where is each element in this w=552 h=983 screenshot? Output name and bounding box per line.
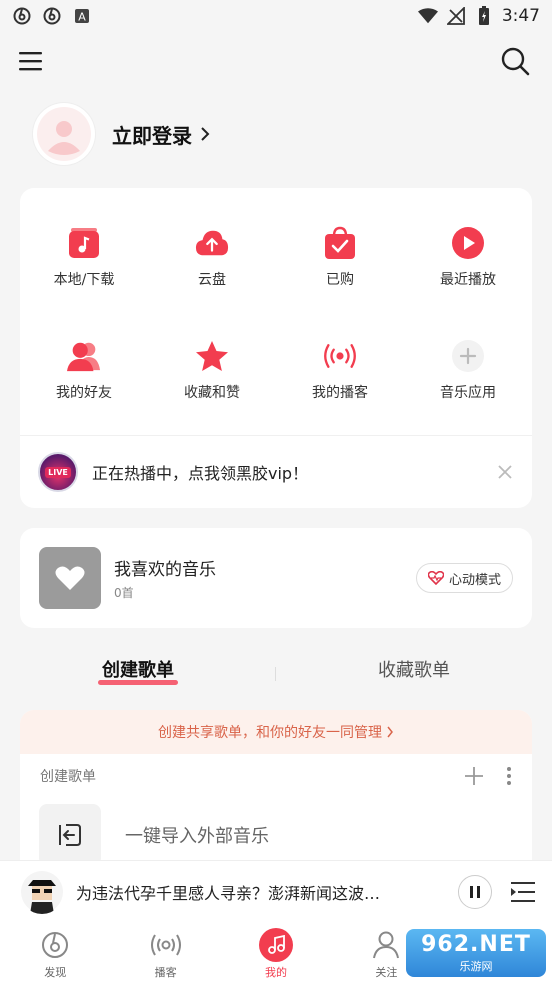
login-link[interactable]: 立即登录 bbox=[112, 120, 210, 149]
nav-mine[interactable]: 我的 bbox=[221, 922, 331, 983]
signal-off-icon bbox=[446, 6, 466, 26]
avatar[interactable] bbox=[33, 103, 95, 165]
music-note-icon bbox=[259, 928, 294, 962]
liked-music-cover bbox=[39, 547, 101, 609]
status-bar: A 3:47 bbox=[0, 0, 552, 32]
created-playlists-header: 创建歌单 bbox=[20, 754, 532, 798]
import-music-label: 一键导入外部音乐 bbox=[125, 826, 269, 847]
add-app-icon bbox=[451, 339, 485, 373]
login-label: 立即登录 bbox=[112, 123, 192, 148]
wifi-icon bbox=[417, 6, 438, 26]
shared-playlist-text: 创建共享歌单，和你的好友一同管理 bbox=[158, 725, 382, 741]
section-title: 创建歌单 bbox=[40, 769, 96, 785]
now-playing-artwork bbox=[20, 869, 64, 914]
music-download-icon bbox=[67, 226, 101, 260]
mini-player[interactable]: 为违法代孕千里感人寻亲？澎湃新闻这波… bbox=[0, 860, 552, 922]
liked-music-title: 我喜欢的音乐 bbox=[114, 560, 216, 580]
vip-promo-banner[interactable]: LIVE 正在热播中，点我领黑胶vip！ bbox=[20, 435, 532, 508]
search-icon[interactable] bbox=[500, 46, 530, 76]
created-playlists-card: 创建共享歌单，和你的好友一同管理 创建歌单 一键导入外部音乐 bbox=[20, 710, 532, 880]
promo-text: 正在热播中，点我领黑胶vip！ bbox=[92, 464, 309, 483]
heartbeat-mode-label: 心动模式 bbox=[448, 572, 501, 588]
liked-music-card[interactable]: 我喜欢的音乐 0首 心动模式 bbox=[20, 528, 532, 628]
tab-divider bbox=[275, 667, 276, 681]
clock: 3:47 bbox=[501, 6, 540, 26]
nav-label: 播客 bbox=[154, 966, 177, 979]
grid-label: 已购 bbox=[326, 272, 354, 288]
profile-row[interactable]: 立即登录 bbox=[33, 103, 210, 165]
more-vertical-icon[interactable] bbox=[506, 766, 512, 786]
grid-label: 云盘 bbox=[198, 272, 226, 288]
menu-icon[interactable] bbox=[18, 50, 44, 72]
play-circle-icon bbox=[451, 226, 485, 260]
nav-podcast[interactable]: 播客 bbox=[110, 922, 220, 983]
pause-button[interactable] bbox=[458, 874, 492, 909]
watermark-main: 962.NET bbox=[421, 932, 531, 957]
broadcast-icon bbox=[323, 339, 357, 373]
podcast-icon bbox=[149, 928, 183, 962]
playlist-tabs: 创建歌单 收藏歌单 bbox=[0, 656, 552, 696]
cloud-upload-icon bbox=[195, 226, 229, 260]
tab-created-playlists[interactable]: 创建歌单 bbox=[0, 656, 276, 696]
grid-item-cloud[interactable]: 云盘 bbox=[148, 226, 276, 339]
top-bar bbox=[0, 40, 552, 84]
keyboard-a-icon: A bbox=[72, 6, 92, 26]
shared-playlist-banner[interactable]: 创建共享歌单，和你的好友一同管理 bbox=[20, 710, 532, 754]
grid-label: 本地/下载 bbox=[53, 272, 115, 288]
add-playlist-icon[interactable] bbox=[464, 766, 484, 786]
watermark-sub: 乐游网 bbox=[459, 960, 493, 973]
nav-discover[interactable]: 发现 bbox=[0, 922, 110, 983]
tab-label: 创建歌单 bbox=[102, 660, 174, 681]
grid-item-recent[interactable]: 最近播放 bbox=[404, 226, 532, 339]
now-playing-title: 为违法代孕千里感人寻亲？澎湃新闻这波… bbox=[76, 883, 381, 903]
heart-icon bbox=[55, 566, 85, 590]
friends-icon bbox=[67, 339, 101, 373]
netease-notification-icon bbox=[42, 6, 62, 26]
playlist-queue-icon[interactable] bbox=[510, 880, 536, 904]
tab-collected-playlists[interactable]: 收藏歌单 bbox=[276, 656, 552, 696]
heartbeat-icon bbox=[427, 571, 444, 585]
grid-label: 我的播客 bbox=[312, 385, 368, 401]
grid-label: 收藏和赞 bbox=[184, 385, 240, 401]
svg-text:A: A bbox=[78, 11, 86, 24]
user-icon bbox=[369, 928, 403, 962]
grid-item-purchased[interactable]: 已购 bbox=[276, 226, 404, 339]
live-label: LIVE bbox=[45, 466, 71, 478]
chevron-right-icon bbox=[201, 127, 210, 141]
netease-notification-icon bbox=[12, 6, 32, 26]
liked-music-count: 0首 bbox=[114, 586, 134, 600]
nav-label: 我的 bbox=[265, 966, 288, 979]
grid-item-local-download[interactable]: 本地/下载 bbox=[20, 226, 148, 339]
grid-label: 最近播放 bbox=[440, 272, 496, 288]
shopping-bag-icon bbox=[323, 226, 357, 260]
live-badge: LIVE bbox=[38, 452, 78, 492]
grid-label: 音乐应用 bbox=[440, 385, 496, 401]
nav-label: 关注 bbox=[375, 966, 398, 979]
pause-icon bbox=[470, 885, 480, 898]
tab-label: 收藏歌单 bbox=[378, 660, 450, 681]
grid-label: 我的好友 bbox=[56, 385, 112, 401]
discover-icon bbox=[38, 928, 72, 962]
nav-label: 发现 bbox=[44, 966, 67, 979]
chevron-right-icon bbox=[387, 726, 393, 738]
battery-icon bbox=[474, 6, 494, 26]
star-icon bbox=[195, 339, 229, 373]
import-icon bbox=[39, 804, 101, 866]
quick-access-card: 本地/下载 云盘 已购 最近播放 我的好友 收藏和赞 我的播客 音乐应用 LIV… bbox=[20, 188, 532, 508]
heartbeat-mode-button[interactable]: 心动模式 bbox=[415, 563, 513, 593]
site-watermark-logo: 962.NET 乐游网 bbox=[406, 929, 546, 977]
close-icon[interactable] bbox=[496, 463, 514, 481]
